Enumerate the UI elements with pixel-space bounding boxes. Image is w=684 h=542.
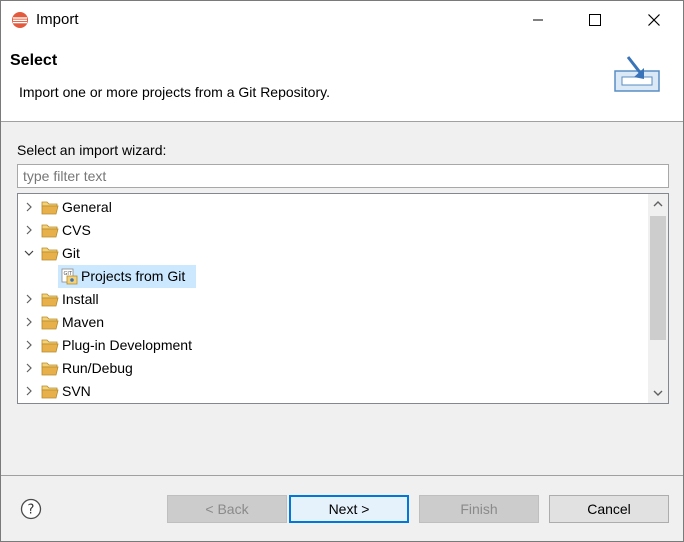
folder-icon xyxy=(41,385,59,399)
chevron-right-icon[interactable] xyxy=(24,363,34,373)
tree-item-label: SVN xyxy=(62,383,91,399)
chevron-right-icon[interactable] xyxy=(24,386,34,396)
tree-item-projects-from-git[interactable]: GIT Projects from Git xyxy=(18,265,646,288)
scroll-down-button[interactable] xyxy=(648,383,668,403)
tree-item-label: Plug-in Development xyxy=(62,337,192,353)
tree-item-label: Projects from Git xyxy=(81,268,186,284)
next-button[interactable]: Next > xyxy=(289,495,409,523)
import-dialog: Import Select Import one or more project… xyxy=(0,0,684,542)
chevron-right-icon[interactable] xyxy=(24,225,34,235)
maximize-icon xyxy=(589,14,601,26)
tree-item-maven[interactable]: Maven xyxy=(18,311,646,334)
tree-item-label: Run/Debug xyxy=(62,360,133,376)
wizard-banner: Select Import one or more projects from … xyxy=(1,39,683,122)
window-title: Import xyxy=(36,11,79,28)
back-button[interactable]: < Back xyxy=(167,495,287,523)
folder-icon xyxy=(41,201,59,215)
filter-input[interactable] xyxy=(17,164,669,188)
finish-button[interactable]: Finish xyxy=(419,495,539,523)
page-description: Import one or more projects from a Git R… xyxy=(19,84,330,100)
cancel-button[interactable]: Cancel xyxy=(549,495,669,523)
tree-item-label: General xyxy=(62,199,112,215)
chevron-right-icon[interactable] xyxy=(24,317,34,327)
tree-item-install[interactable]: Install xyxy=(18,288,646,311)
minimize-button[interactable] xyxy=(515,1,561,39)
chevron-right-icon[interactable] xyxy=(24,294,34,304)
chevron-right-icon[interactable] xyxy=(24,340,34,350)
tree-item-plugin-development[interactable]: Plug-in Development xyxy=(18,334,646,357)
chevron-up-icon xyxy=(653,201,663,207)
folder-icon xyxy=(41,339,59,353)
chevron-right-icon[interactable] xyxy=(24,202,34,212)
tree-item-git[interactable]: Git xyxy=(18,242,646,265)
folder-open-icon xyxy=(41,247,59,261)
tree-item-label: Maven xyxy=(62,314,105,330)
scroll-up-button[interactable] xyxy=(648,194,668,214)
tree-item-label: CVS xyxy=(62,222,91,238)
folder-icon xyxy=(41,362,59,376)
chevron-down-icon xyxy=(653,390,663,396)
tree-item-label: Install xyxy=(62,291,99,307)
tree-item-svn[interactable]: SVN xyxy=(18,380,646,403)
help-icon[interactable]: ? xyxy=(20,498,42,520)
title-bar: Import xyxy=(1,1,683,39)
folder-icon xyxy=(41,293,59,307)
tree-scrollbar[interactable] xyxy=(648,194,668,403)
maximize-button[interactable] xyxy=(572,1,618,39)
git-repository-icon: GIT xyxy=(61,268,78,285)
wizard-label: Select an import wizard: xyxy=(17,142,167,158)
footer-separator xyxy=(1,475,683,476)
page-title: Select xyxy=(10,52,58,69)
folder-icon xyxy=(41,224,59,238)
folder-icon xyxy=(41,316,59,330)
close-button[interactable] xyxy=(631,1,677,39)
scrollbar-thumb[interactable] xyxy=(650,216,666,340)
tree-item-general[interactable]: General xyxy=(18,196,646,219)
tree-item-cvs[interactable]: CVS xyxy=(18,219,646,242)
chevron-down-icon[interactable] xyxy=(24,248,34,258)
tree-item-run-debug[interactable]: Run/Debug xyxy=(18,357,646,380)
wizard-tree[interactable]: General CVS Git GIT Projects from Git In… xyxy=(17,193,669,404)
close-icon xyxy=(648,14,660,26)
minimize-icon xyxy=(533,19,543,21)
import-wizard-icon xyxy=(614,56,660,92)
tree-item-label: Git xyxy=(62,245,80,261)
eclipse-icon xyxy=(12,12,28,28)
svg-text:?: ? xyxy=(28,503,35,518)
